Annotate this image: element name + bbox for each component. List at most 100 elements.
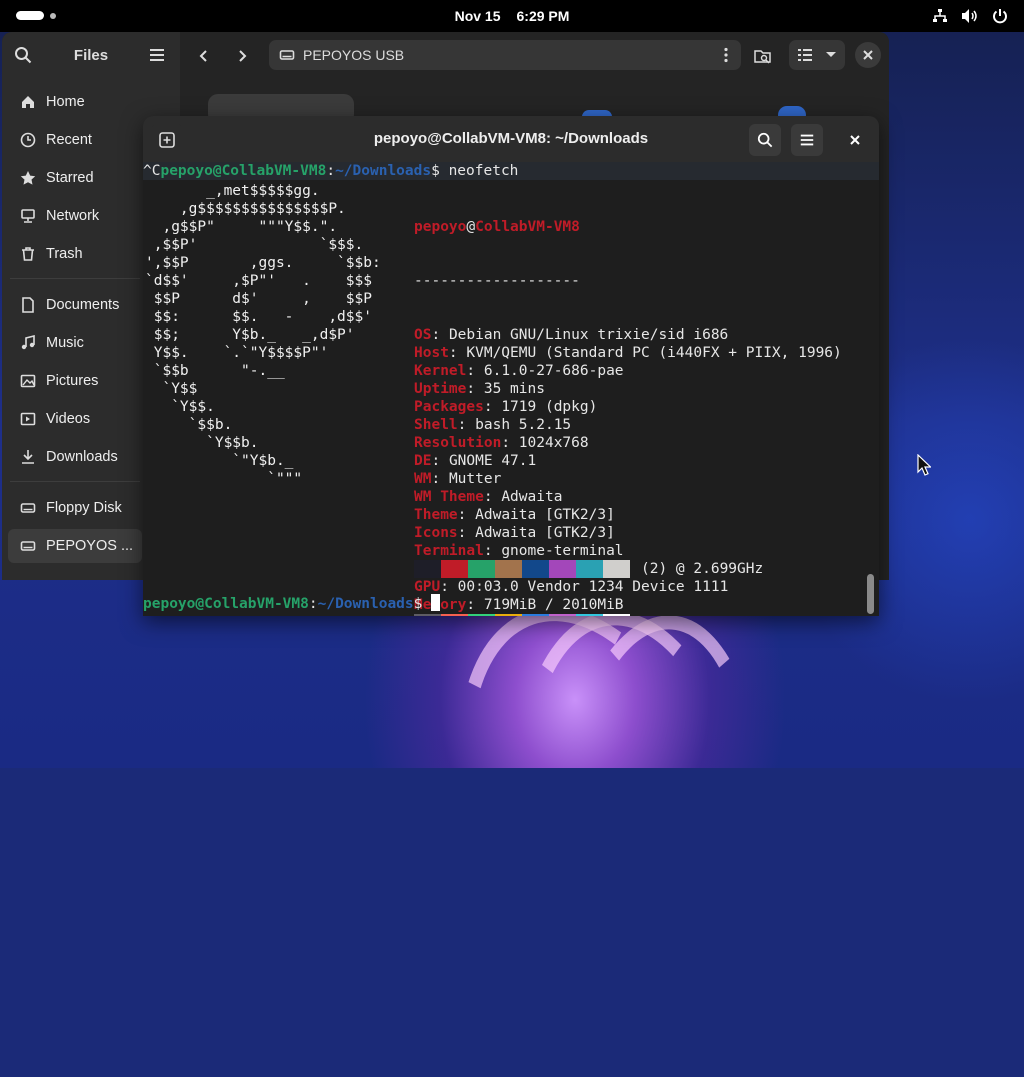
network-icon <box>18 208 38 224</box>
home-icon <box>18 94 38 110</box>
sidebar-item-label: Music <box>46 335 84 351</box>
palette-swatch <box>549 560 576 578</box>
sidebar-item-label: Network <box>46 208 100 224</box>
close-button[interactable] <box>855 42 881 68</box>
ascii-logo-line: $$P d$' , $$P <box>145 291 372 307</box>
sidebar-item-trash[interactable]: Trash <box>8 237 142 271</box>
sidebar-item-label: Documents <box>46 297 120 313</box>
sidebar-item-label: Videos <box>46 411 91 427</box>
prompt-path: ~/Downloads <box>335 163 432 179</box>
time-label: 6:29 PM <box>516 8 570 24</box>
ascii-logo-line: `""" <box>145 471 303 487</box>
prompt-user: pepoyo@CollabVM-VM8 <box>143 596 309 612</box>
search-button[interactable] <box>749 124 781 156</box>
ctrl-c-echo: ^C <box>143 163 161 179</box>
activities-button[interactable] <box>16 11 56 20</box>
info-value: Adwaita <box>501 489 563 505</box>
workspace-indicator-active <box>16 11 44 20</box>
command-text: neofetch <box>448 163 519 179</box>
sidebar-item-label: Floppy Disk <box>46 500 122 516</box>
mouse-pointer-icon <box>917 453 932 481</box>
sidebar-item-pictures[interactable]: Pictures <box>8 364 142 398</box>
command-line: ^Cpepoyo@CollabVM-VM8:~/Downloads$ neofe… <box>143 163 519 179</box>
palette-row <box>414 614 630 616</box>
info-value: 1719 (dpkg) <box>501 399 598 415</box>
ascii-logo-line: Y$$. `.`"Y$$$$P"' <box>145 345 329 361</box>
debian-logo-ascii: _,met$$$$$gg. ,g$$$$$$$$$$$$$$$P. ,g$$P"… <box>145 182 381 488</box>
sidebar-item-music[interactable]: Music <box>8 326 142 360</box>
palette-swatch <box>495 560 522 578</box>
sidebar-item-label: PEPOYOS ... <box>46 538 134 554</box>
header-user: pepoyo <box>414 219 467 235</box>
info-line: Host: KVM/QEMU (Standard PC (i440FX + PI… <box>414 345 842 361</box>
sidebar-item-documents[interactable]: Documents <box>8 288 142 322</box>
sidebar-item-home[interactable]: Home <box>8 85 142 119</box>
info-key: Shell <box>414 417 458 433</box>
drive-icon <box>18 500 38 516</box>
info-key: Resolution <box>414 435 502 451</box>
separator-line: ------------------- <box>414 273 580 289</box>
sidebar-item-videos[interactable]: Videos <box>8 402 142 436</box>
close-button[interactable] <box>843 128 867 152</box>
ascii-logo-line: `$$b "-.__ <box>145 363 285 379</box>
list-view-icon[interactable] <box>797 47 813 63</box>
ascii-logo-line: _,met$$$$$gg. <box>145 183 320 199</box>
info-key: WM Theme <box>414 489 484 505</box>
ascii-logo-line: `$$b. <box>145 417 233 433</box>
search-folder-button[interactable] <box>747 40 779 72</box>
palette-swatch <box>468 614 495 616</box>
location-label: PEPOYOS USB <box>303 47 405 63</box>
info-line: Kernel: 6.1.0-27-686-pae <box>414 363 624 379</box>
view-options-group <box>789 40 845 70</box>
terminal-output[interactable]: ^C pepoyo@CollabVM-VM8:~/Downloads$ neofe… <box>143 162 879 616</box>
scrollbar[interactable] <box>867 574 874 614</box>
palette-swatch <box>603 560 630 578</box>
menu-button[interactable] <box>791 124 823 156</box>
info-key: WM <box>414 471 432 487</box>
star-icon <box>18 170 38 186</box>
sidebar-item-pepoyos-usb[interactable]: PEPOYOS ... <box>8 529 142 563</box>
palette-swatch <box>522 560 549 578</box>
terminal-window[interactable]: pepoyo@CollabVM-VM8: ~/Downloads ^Cpepoy… <box>143 116 879 616</box>
terminal-header-bar: pepoyo@CollabVM-VM8: ~/Downloads <box>143 116 879 162</box>
info-value: Adwaita [GTK2/3] <box>475 507 615 523</box>
location-bar[interactable]: PEPOYOS USB <box>269 40 741 70</box>
palette-swatch <box>468 560 495 578</box>
info-line: Packages: 1719 (dpkg) <box>414 399 598 415</box>
info-value: Mutter <box>448 471 502 487</box>
document-icon <box>18 297 38 313</box>
system-tray[interactable] <box>930 6 1010 26</box>
ascii-logo-line: ',$$P ,ggs. `$$b: <box>145 255 381 271</box>
info-key: Uptime <box>414 381 467 397</box>
forward-button[interactable] <box>226 40 258 72</box>
palette-swatch <box>603 614 630 616</box>
info-key: Packages <box>414 399 484 415</box>
sidebar-item-floppy-disk[interactable]: Floppy Disk <box>8 491 142 525</box>
chevron-down-icon[interactable] <box>825 51 837 59</box>
back-button[interactable] <box>188 40 220 72</box>
workspace-indicator <box>50 12 56 19</box>
palette-swatch <box>441 560 468 578</box>
info-value: 6.1.0-27-686-pae <box>483 363 624 379</box>
ascii-logo-line: ,g$$P" """Y$$.". <box>145 219 338 235</box>
sidebar-item-recent[interactable]: Recent <box>8 123 142 157</box>
clock[interactable]: Nov 15 6:29 PM <box>455 8 570 24</box>
info-key: Kernel <box>414 363 467 379</box>
info-line: DE: GNOME 47.1 <box>414 453 537 469</box>
sidebar-item-downloads[interactable]: Downloads <box>8 440 142 474</box>
sidebar-item-starred[interactable]: Starred <box>8 161 142 195</box>
ascii-logo-line: $$: $$. - ,d$$' <box>145 309 372 325</box>
sidebar-item-network[interactable]: Network <box>8 199 142 233</box>
drive-icon <box>279 47 295 63</box>
text-cursor <box>431 594 441 611</box>
hamburger-menu-icon[interactable] <box>148 46 166 69</box>
network-wired-icon <box>930 6 950 26</box>
ascii-logo-line: `"Y$b._ <box>145 453 294 469</box>
trash-icon <box>18 246 38 262</box>
sidebar-item-label: Home <box>46 94 85 110</box>
sidebar-separator <box>10 481 140 482</box>
more-options-icon[interactable] <box>723 47 729 63</box>
music-icon <box>18 335 38 351</box>
volume-icon <box>960 6 980 26</box>
palette-swatch <box>414 560 441 578</box>
